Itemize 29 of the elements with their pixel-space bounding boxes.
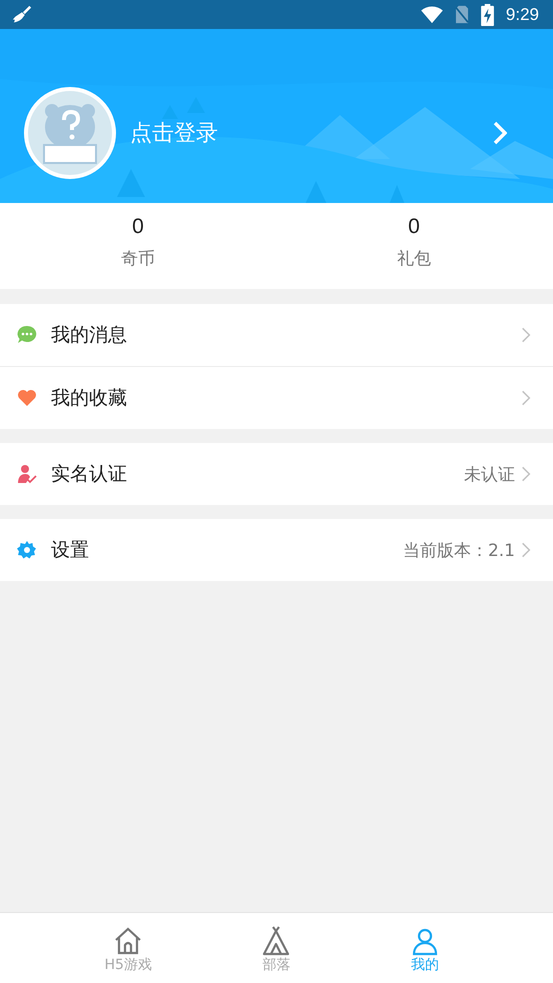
menu-item[interactable]: 我的收藏 [0, 367, 553, 429]
chevron-right-icon [521, 465, 531, 483]
menu-item[interactable]: 实名认证 未认证 [0, 443, 553, 505]
tent-icon [261, 926, 292, 956]
menu-label: 设置 [51, 538, 90, 563]
avatar-icon[interactable] [24, 87, 116, 179]
menu-label: 实名认证 [51, 462, 128, 487]
broom-icon [11, 4, 33, 26]
menu-value: 未认证 [464, 464, 515, 486]
menu-value: 当前版本：2.1 [402, 540, 515, 562]
house-icon [113, 926, 144, 956]
gear-icon [17, 540, 37, 560]
chevron-right-icon[interactable] [493, 121, 507, 145]
menu-label: 我的收藏 [51, 386, 128, 411]
person-check-icon [17, 464, 37, 484]
menu-label: 我的消息 [51, 323, 128, 348]
battery-charging-icon [480, 4, 494, 26]
stat-item[interactable]: 0 奇币 [0, 203, 276, 289]
chevron-right-icon [521, 541, 531, 559]
no-sim-icon [454, 5, 469, 24]
heart-icon [17, 388, 37, 408]
chevron-right-icon [521, 326, 531, 344]
status-time: 9:29 [506, 4, 539, 24]
chevron-right-icon [521, 389, 531, 407]
wifi-icon [420, 6, 443, 24]
menu-item[interactable]: 设置 当前版本：2.1 [0, 519, 553, 581]
menu-item[interactable]: 我的消息 [0, 304, 553, 367]
chat-bubble-icon [17, 325, 37, 345]
stat-item[interactable]: 0 礼包 [276, 203, 552, 289]
